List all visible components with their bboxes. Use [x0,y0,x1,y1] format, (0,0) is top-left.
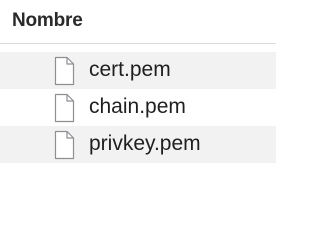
column-header-name[interactable]: Nombre [0,0,276,44]
column-header-label: Nombre [12,10,83,31]
document-icon [51,56,77,86]
file-rows: cert.pem chain.pem privkey.pem [0,52,276,163]
document-icon [51,93,77,123]
file-name: chain.pem [89,95,186,118]
file-name: cert.pem [89,58,171,81]
file-list: Nombre cert.pem chain.pem privkey.pem [0,0,276,200]
file-row-cert[interactable]: cert.pem [0,52,276,89]
file-row-privkey[interactable]: privkey.pem [0,126,276,163]
document-icon [51,130,77,160]
file-row-chain[interactable]: chain.pem [0,89,276,126]
file-name: privkey.pem [89,132,201,155]
